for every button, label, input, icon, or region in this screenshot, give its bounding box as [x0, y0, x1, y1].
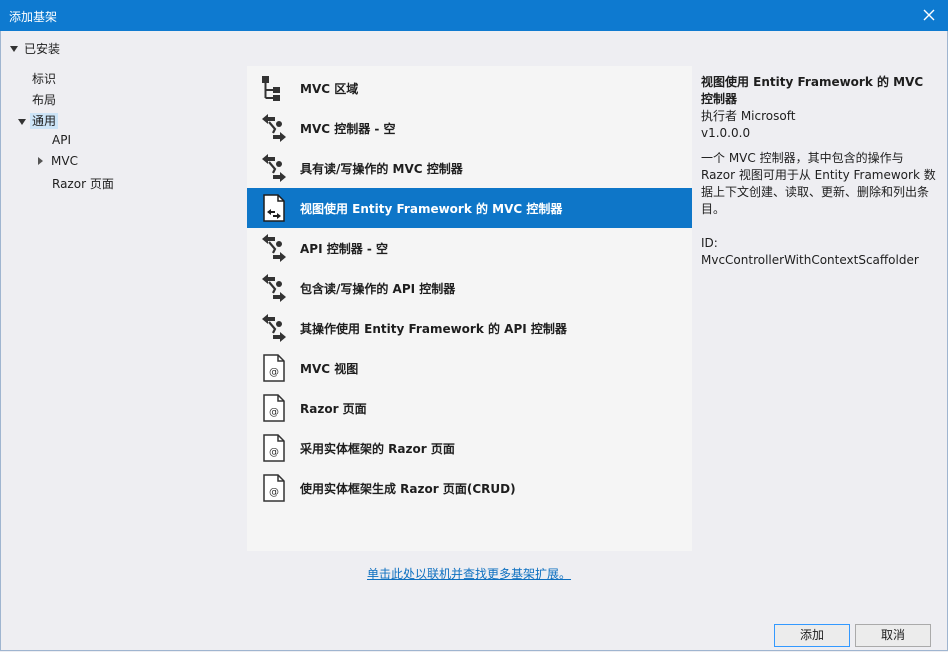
template-name: 具有读/写操作的 MVC 控制器 — [300, 161, 463, 176]
controller-icon — [262, 274, 286, 302]
razor-page-icon: @ — [263, 394, 285, 422]
tree-item-label: 通用 — [30, 113, 59, 129]
template-item[interactable]: @ 采用实体框架的 Razor 页面 — [247, 428, 692, 468]
controller-icon — [262, 114, 286, 142]
razor-page-icon: @ — [263, 434, 285, 462]
template-name: Razor 页面 — [300, 401, 367, 416]
svg-text:@: @ — [269, 407, 279, 418]
svg-text:@: @ — [269, 487, 279, 498]
details-title: 视图使用 Entity Framework 的 MVC 控制器 — [701, 75, 924, 106]
template-item[interactable]: API 控制器 - 空 — [247, 228, 692, 268]
window-title: 添加基架 — [9, 10, 58, 24]
template-item-selected[interactable]: 视图使用 Entity Framework 的 MVC 控制器 — [247, 188, 692, 228]
controller-view-icon — [263, 194, 285, 222]
tree-item-common[interactable]: 通用 — [18, 112, 59, 129]
template-item[interactable]: @ 使用实体框架生成 Razor 页面(CRUD) — [247, 468, 692, 508]
installed-label: 已安装 — [24, 42, 61, 56]
tree-item-label: 标识 — [32, 72, 57, 86]
template-item[interactable]: @ Razor 页面 — [247, 388, 692, 428]
template-name: MVC 控制器 - 空 — [300, 121, 396, 136]
template-name: 使用实体框架生成 Razor 页面(CRUD) — [300, 481, 516, 496]
details-author: 执行者 Microsoft — [701, 109, 796, 123]
details-panel: 视图使用 Entity Framework 的 MVC 控制器 执行者 Micr… — [701, 74, 939, 269]
template-item[interactable]: MVC 控制器 - 空 — [247, 108, 692, 148]
tree-item-label: MVC — [51, 154, 78, 168]
template-name: 采用实体框架的 Razor 页面 — [300, 441, 455, 456]
details-description: 一个 MVC 控制器，其中包含的操作与 Razor 视图可用于从 Entity … — [701, 151, 936, 216]
add-button[interactable]: 添加 — [774, 624, 850, 647]
controller-icon — [262, 234, 286, 262]
controller-icon — [262, 314, 286, 342]
online-extensions-link[interactable]: 单击此处以联机并查找更多基架扩展。 — [367, 565, 571, 582]
tree-item-mvc[interactable]: MVC — [38, 154, 78, 168]
template-item[interactable]: 具有读/写操作的 MVC 控制器 — [247, 148, 692, 188]
svg-text:@: @ — [269, 447, 279, 458]
details-version: v1.0.0.0 — [701, 126, 751, 140]
tree-item-label: Razor 页面 — [52, 177, 114, 191]
details-id: ID: MvcControllerWithContextScaffolder — [701, 236, 919, 267]
collapsed-triangle-icon[interactable] — [38, 157, 43, 165]
template-list: MVC 区域 MVC 控制器 - 空 具有读/写操作的 MVC 控制器 视图使用… — [247, 66, 692, 551]
template-name: 视图使用 Entity Framework 的 MVC 控制器 — [300, 201, 563, 216]
template-name: API 控制器 - 空 — [300, 241, 389, 256]
template-item[interactable]: 其操作使用 Entity Framework 的 API 控制器 — [247, 308, 692, 348]
tree-item-api[interactable]: API — [52, 133, 71, 147]
tree-item-label: 布局 — [32, 93, 57, 107]
area-icon — [262, 76, 280, 101]
razor-page-icon: @ — [263, 474, 285, 502]
tree-item-label: API — [52, 133, 71, 147]
template-name: 其操作使用 Entity Framework 的 API 控制器 — [300, 321, 567, 336]
expand-triangle-icon[interactable] — [10, 46, 18, 52]
tree-item-identity[interactable]: 标识 — [32, 70, 56, 87]
template-item[interactable]: MVC 区域 — [247, 68, 692, 108]
template-item[interactable]: 包含读/写操作的 API 控制器 — [247, 268, 692, 308]
tree-item-razor-pages[interactable]: Razor 页面 — [52, 175, 114, 192]
controller-icon — [262, 154, 286, 182]
template-name: MVC 区域 — [300, 81, 359, 96]
expanded-triangle-icon[interactable] — [18, 119, 26, 125]
close-icon[interactable] — [918, 3, 940, 27]
svg-text:@: @ — [269, 367, 279, 378]
template-name: 包含读/写操作的 API 控制器 — [300, 281, 456, 296]
razor-page-icon: @ — [263, 354, 285, 382]
installed-header[interactable]: 已安装 — [10, 40, 60, 57]
title-bar: 添加基架 — [0, 0, 948, 31]
template-name: MVC 视图 — [300, 361, 359, 376]
cancel-button[interactable]: 取消 — [855, 624, 931, 647]
template-item[interactable]: @ MVC 视图 — [247, 348, 692, 388]
tree-item-layout[interactable]: 布局 — [32, 91, 56, 108]
